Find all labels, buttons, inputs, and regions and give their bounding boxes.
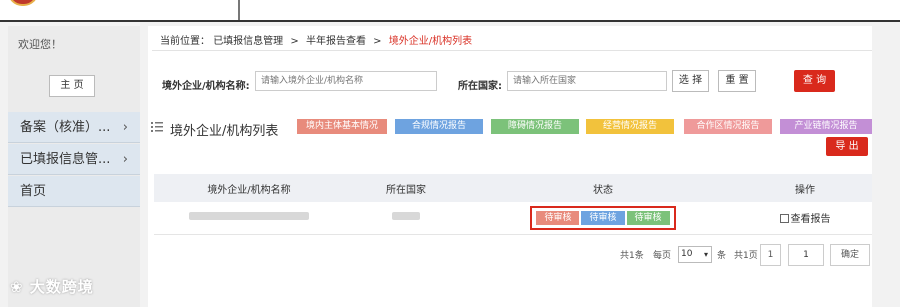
sidebar-item-label: 已填报信息管... xyxy=(20,152,111,167)
breadcrumb-separator: > xyxy=(373,36,382,47)
pager-per-page-unit: 条 xyxy=(717,251,727,261)
header-action: 操作 xyxy=(738,174,872,202)
tag-compliance-report[interactable]: 合规情况报告 xyxy=(395,119,483,134)
view-report-link[interactable]: 查看报告 xyxy=(779,214,831,226)
header-country: 所在国家 xyxy=(344,174,468,202)
header-divider xyxy=(238,0,240,20)
main-panel: 当前位置： 已填报信息管理 > 半年报告查看 > 境外企业/机构列表 境外企业/… xyxy=(148,26,872,307)
view-report-label: 查看报告 xyxy=(790,214,831,226)
sidebar-item-label: 首页 xyxy=(20,184,47,199)
status-badge: 待审核 xyxy=(536,210,580,225)
chevron-down-icon: ▾ xyxy=(703,250,708,259)
sidebar-item-reported-info[interactable]: 已填报信息管... › xyxy=(8,144,140,175)
breadcrumb-divider xyxy=(152,50,872,51)
tag-cooperation-zone-report[interactable]: 合作区情况报告 xyxy=(684,119,772,134)
redacted-country xyxy=(392,212,420,221)
company-name-label: 境外企业/机构名称: xyxy=(162,81,250,92)
header-company-name: 境外企业/机构名称 xyxy=(154,174,344,202)
sidebar: 欢迎您！ 主 页 备案（核准）... › 已填报信息管... › 首页 xyxy=(8,26,140,307)
top-bar xyxy=(0,0,900,22)
breadcrumb-current: 境外企业/机构列表 xyxy=(388,36,473,47)
per-page-value: 10 xyxy=(681,249,693,259)
sidebar-item-home[interactable]: 首页 xyxy=(8,176,140,207)
breadcrumb-prefix: 当前位置： xyxy=(160,36,210,47)
pager-page-count: 共1页 xyxy=(734,251,758,261)
page-number-current[interactable]: 1 xyxy=(760,244,781,266)
status-badge: 待审核 xyxy=(581,210,625,225)
list-icon xyxy=(151,122,163,132)
company-name-input[interactable] xyxy=(255,71,437,91)
chevron-right-icon: › xyxy=(122,120,128,135)
company-table: 境外企业/机构名称 所在国家 状态 操作 待审核 待审核 待审核 查看报告 xyxy=(154,174,872,235)
pager-per-page-label: 每页 xyxy=(653,251,672,261)
redacted-company-name xyxy=(189,212,309,221)
tag-operation-report[interactable]: 经营情况报告 xyxy=(586,119,674,134)
breadcrumb-level2[interactable]: 半年报告查看 xyxy=(306,36,366,47)
page-confirm-button[interactable]: 确定 xyxy=(830,244,870,266)
status-badge: 待审核 xyxy=(626,210,670,225)
watermark-icon: ❀ xyxy=(10,278,30,296)
welcome-text: 欢迎您！ xyxy=(18,38,62,51)
country-cell xyxy=(344,202,468,235)
breadcrumb: 当前位置： 已填报信息管理 > 半年报告查看 > 境外企业/机构列表 xyxy=(160,32,472,47)
per-page-select[interactable]: 10 ▾ xyxy=(678,246,712,263)
export-button[interactable]: 导 出 xyxy=(826,137,868,156)
reset-button[interactable]: 重 置 xyxy=(718,70,756,92)
breadcrumb-level1[interactable]: 已填报信息管理 xyxy=(213,36,283,47)
chevron-right-icon: › xyxy=(122,152,128,167)
watermark: ❀ 大数跨境 xyxy=(10,276,94,297)
header-status: 状态 xyxy=(468,174,738,202)
status-highlight-box: 待审核 待审核 待审核 xyxy=(530,205,676,230)
sidebar-item-filing[interactable]: 备案（核准）... › xyxy=(8,112,140,143)
company-name-cell xyxy=(154,202,344,235)
logo-icon xyxy=(8,0,38,6)
report-icon xyxy=(779,214,789,224)
table-row: 待审核 待审核 待审核 查看报告 xyxy=(154,202,872,235)
list-title: 境外企业/机构列表 xyxy=(170,124,279,139)
page-jump-input[interactable]: 1 xyxy=(788,244,824,266)
query-button[interactable]: 查 询 xyxy=(794,70,835,92)
pager-total: 共1条 xyxy=(620,251,644,261)
home-button[interactable]: 主 页 xyxy=(49,75,95,97)
country-input[interactable] xyxy=(507,71,667,91)
breadcrumb-separator: > xyxy=(290,36,299,47)
tag-domestic-entity[interactable]: 境内主体基本情况 xyxy=(297,119,387,134)
table-header-row: 境外企业/机构名称 所在国家 状态 操作 xyxy=(154,174,872,202)
sidebar-item-label: 备案（核准）... xyxy=(20,120,111,135)
country-label: 所在国家: xyxy=(458,81,502,92)
action-cell: 查看报告 xyxy=(738,202,872,235)
watermark-text: 大数跨境 xyxy=(29,278,94,296)
tag-industry-chain-report[interactable]: 产业链情况报告 xyxy=(780,119,872,134)
select-button[interactable]: 选 择 xyxy=(672,70,709,92)
status-cell: 待审核 待审核 待审核 xyxy=(468,202,738,235)
tag-obstacle-report[interactable]: 障碍情况报告 xyxy=(491,119,579,134)
